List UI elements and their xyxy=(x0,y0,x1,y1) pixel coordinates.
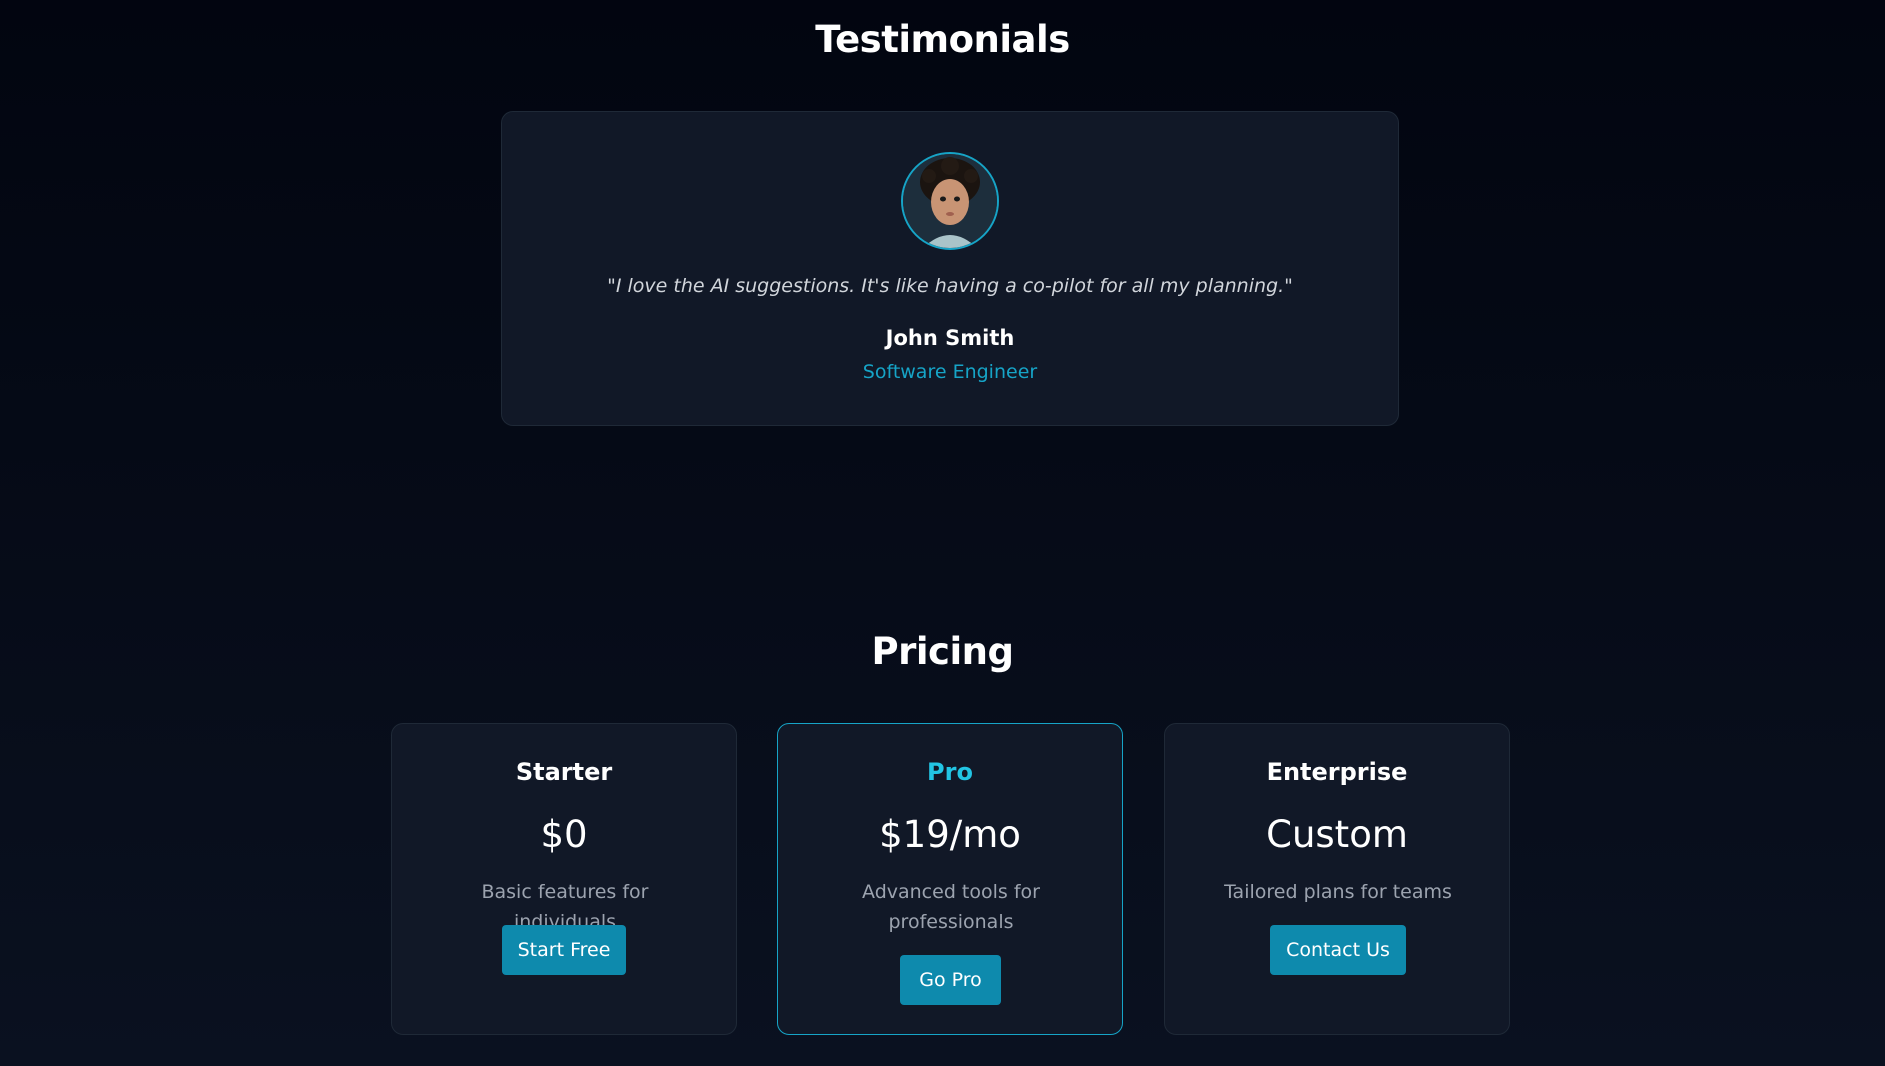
pricing-title: Pricing xyxy=(871,630,1015,673)
plan-price: $19/mo xyxy=(879,813,1021,856)
pricing-card-starter: Starter $0 Basic features for individual… xyxy=(391,723,737,1035)
plan-description: Tailored plans for teams xyxy=(1224,881,1452,903)
testimonial-card: "I love the AI suggestions. It's like ha… xyxy=(501,111,1399,426)
contact-us-button[interactable]: Contact Us xyxy=(1270,925,1406,975)
testimonials-title: Testimonials xyxy=(815,18,1070,61)
plan-description: Advanced tools for professionals xyxy=(862,881,1040,933)
testimonial-author-name: John Smith xyxy=(885,326,1015,350)
testimonial-quote: "I love the AI suggestions. It's like ha… xyxy=(607,275,1293,297)
testimonial-author-role: Software Engineer xyxy=(862,361,1038,383)
plan-name: Enterprise xyxy=(1266,758,1408,786)
pricing-card-enterprise: Enterprise Custom Tailored plans for tea… xyxy=(1164,723,1510,1035)
plan-name: Pro xyxy=(927,758,973,786)
avatar xyxy=(901,152,999,250)
plan-price: $0 xyxy=(540,813,588,856)
plan-name: Starter xyxy=(515,758,613,786)
start-free-button[interactable]: Start Free xyxy=(502,925,626,975)
pricing-card-pro: Pro $19/mo Advanced tools for profession… xyxy=(777,723,1123,1035)
plan-price: Custom xyxy=(1266,813,1408,856)
go-pro-button[interactable]: Go Pro xyxy=(900,955,1001,1005)
